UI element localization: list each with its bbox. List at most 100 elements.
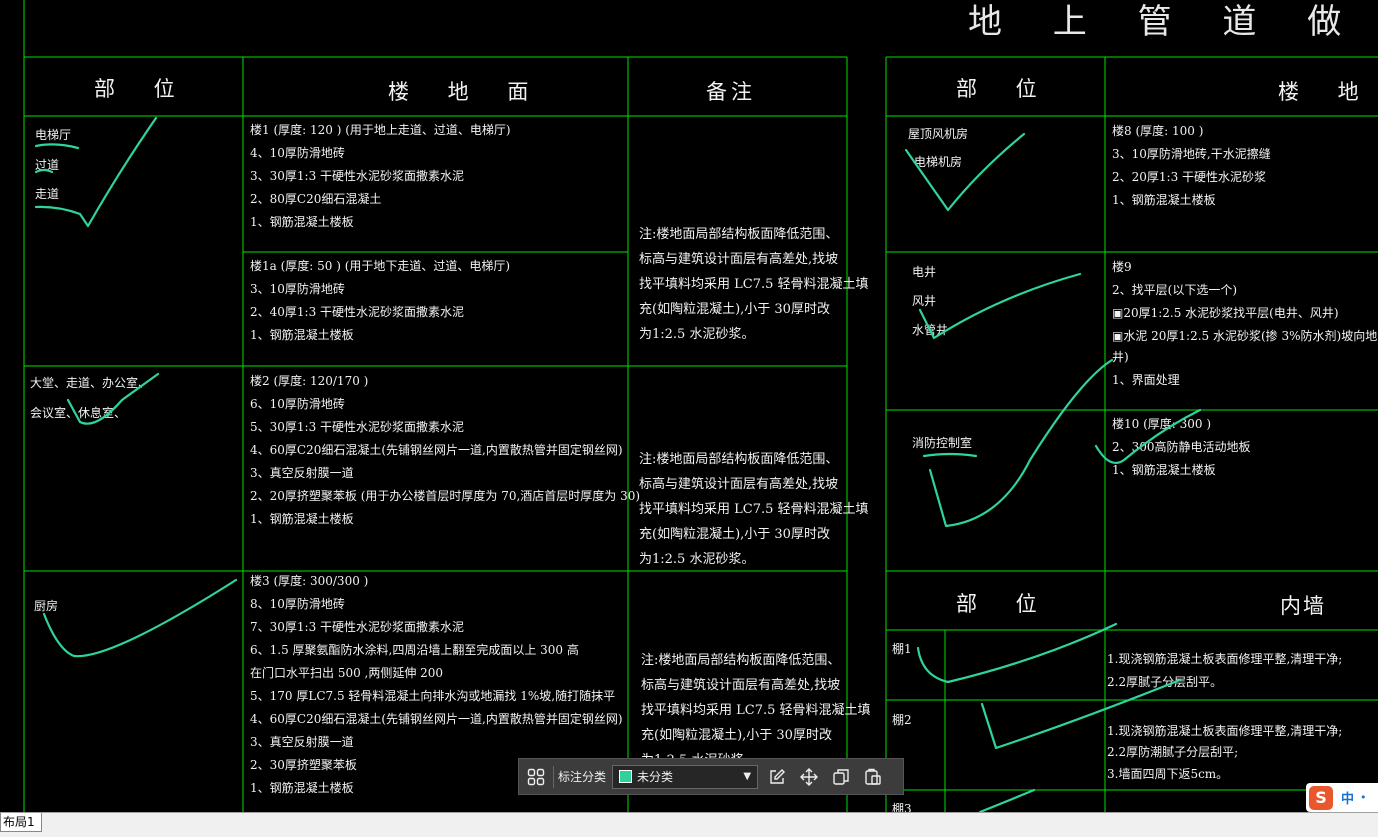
wall-spec-line: 2.2厚防潮腻子分层刮平; (1107, 745, 1239, 759)
part-label: 大堂、走道、办公室、 (30, 376, 151, 390)
floor-spec-line: 楼3 (厚度: 300/300 ) (250, 574, 369, 588)
paste-icon[interactable] (860, 764, 886, 790)
floor-spec-line: 井) (1112, 350, 1129, 364)
floor-spec-line: 8、10厚防滑地砖 (250, 597, 345, 611)
right-header-floor: 楼 地 面 (1278, 80, 1378, 104)
floor-spec-line: ▣20厚1:2.5 水泥砂浆找平层(电井、风井) (1112, 306, 1339, 320)
part-label: 电梯厅 (35, 128, 72, 142)
part-label: 水管井 (912, 323, 949, 337)
floor-spec-line: 2、20厚1:3 干硬性水泥砂浆 (1112, 170, 1267, 184)
remark-line: 注:楼地面局部结构板面降低范围、 (639, 452, 839, 467)
floor-spec-line: ▣水泥 20厚1:2.5 水泥砂浆(掺 3%防水剂)坡向地漏(水管 (1112, 329, 1378, 343)
annotation-category-select[interactable]: 未分类 ▼ (612, 764, 759, 789)
tab-layout1-label: 布局1 (3, 815, 35, 829)
floor-spec-line: 3、真空反射膜一道 (250, 466, 354, 480)
floor-spec-line: 4、60厚C20细石混凝土(先铺钢丝网片一道,内置散热管并固定钢丝网) (250, 712, 623, 726)
part-label: 屋顶风机房 (908, 127, 969, 141)
grid-apps-icon[interactable] (523, 764, 549, 790)
annotation-toolbar: 标注分类 未分类 ▼ (518, 758, 904, 795)
part-label: 走道 (35, 187, 60, 201)
remark-line: 找平填料均采用 LC7.5 轻骨料混凝土填 (639, 277, 869, 292)
remark-line: 为1:2.5 水泥砂浆。 (639, 552, 755, 567)
wall-header-wall: 内墙 (1280, 594, 1326, 618)
floor-spec-line: 3、30厚1:3 干硬性水泥砂浆面撒素水泥 (250, 169, 465, 183)
floor-spec-line: 楼8 (厚度: 100 ) (1112, 124, 1204, 138)
floor-spec-line: 2、40厚1:3 干硬性水泥砂浆面撒素水泥 (250, 305, 465, 319)
floor-spec-line: 楼9 (1112, 260, 1132, 274)
floor-spec-line: 1、钢筋混凝土楼板 (250, 512, 354, 526)
remark-line: 标高与建筑设计面层有高差处,找坡 (639, 477, 839, 492)
remark-line: 充(如陶粒混凝土),小于 30厚时改 (639, 302, 830, 317)
wall-header-part: 部 位 (956, 592, 1053, 616)
remark-line: 找平填料均采用 LC7.5 轻骨料混凝土填 (641, 703, 871, 718)
floor-spec-line: 5、170 厚LC7.5 轻骨料混凝土向排水沟或地漏找 1%坡,随打随抹平 (250, 689, 616, 703)
floor-spec-line: 4、60厚C20细石混凝土(先铺钢丝网片一道,内置散热管并固定钢丝网) (250, 443, 623, 457)
part-label: 消防控制室 (912, 436, 973, 450)
floor-spec-line: 3、10厚防滑地砖 (250, 282, 345, 296)
floor-spec-line: 5、30厚1:3 干硬性水泥砂浆面撒素水泥 (250, 420, 465, 434)
floor-spec-line: 7、30厚1:3 干硬性水泥砂浆面撒素水泥 (250, 620, 465, 634)
part-label: 过道 (35, 158, 60, 172)
left-header-part: 部 位 (94, 77, 191, 101)
left-header-floor: 楼 地 面 (388, 80, 545, 104)
wall-part-label: 棚3 (892, 802, 912, 812)
drawing-title: 地 上 管 道 做 法 表 (一 (968, 2, 1378, 42)
floor-spec-line: 1、钢筋混凝土楼板 (250, 328, 354, 342)
move-icon[interactable] (796, 764, 822, 790)
remark-line: 标高与建筑设计面层有高差处,找坡 (641, 678, 841, 693)
wall-spec-line: 3.墙面四周下返5cm。 (1107, 767, 1229, 781)
part-label: 会议室、休息室、 (30, 406, 127, 420)
floor-spec-line: 1、钢筋混凝土楼板 (1112, 463, 1216, 477)
floor-spec-line: 1、钢筋混凝土楼板 (250, 781, 354, 795)
wall-spec-line: 1.现浇钢筋混凝土板表面修理平整,清理干净; (1107, 724, 1343, 738)
floor-spec-line: 2、20厚挤塑聚苯板 (用于办公楼首层时厚度为 70,酒店首层时厚度为 30) (250, 489, 641, 503)
part-label: 厨房 (34, 599, 59, 613)
floor-spec-line: 楼2 (厚度: 120/170 ) (250, 374, 369, 388)
floor-spec-line: 6、10厚防滑地砖 (250, 397, 345, 411)
remark-line: 注:楼地面局部结构板面降低范围、 (641, 653, 841, 668)
cad-drawing-canvas[interactable]: 地 上 管 道 做 法 表 (一 部 位 楼 地 面 备注 电梯厅 过道 走道 … (0, 0, 1378, 812)
left-header-remark: 备注 (706, 80, 756, 104)
toolbar-divider (553, 765, 554, 788)
floor-spec-line: 2、80厚C20细石混凝土 (250, 192, 382, 206)
floor-spec-line: 2、30厚挤塑聚苯板 (250, 758, 357, 772)
ime-mode-label: 中 (1341, 792, 1355, 807)
wall-spec-line: 2.2厚腻子分层刮平。 (1107, 675, 1223, 689)
floor-spec-line: 2、找平层(以下选一个) (1112, 283, 1237, 297)
floor-spec-line: 1、界面处理 (1112, 373, 1180, 387)
part-label: 风井 (912, 294, 937, 308)
wall-part-label: 棚2 (892, 713, 912, 727)
wall-part-label: 棚1 (892, 642, 912, 656)
remark-line: 注:楼地面局部结构板面降低范围、 (639, 227, 839, 242)
part-label: 电井 (912, 265, 937, 279)
remark-line: 找平填料均采用 LC7.5 轻骨料混凝土填 (639, 502, 869, 517)
ime-dot-icon: • (1360, 791, 1367, 804)
floor-spec-line: 在门口水平扫出 500 ,两侧延伸 200 (250, 666, 444, 680)
floor-spec-line: 楼10 (厚度: 300 ) (1112, 417, 1212, 431)
edit-icon[interactable] (764, 764, 790, 790)
floor-spec-line: 6、1.5 厚聚氨酯防水涂料,四周沿墙上翻至完成面以上 300 高 (250, 643, 579, 657)
remark-line: 充(如陶粒混凝土),小于 30厚时改 (641, 728, 832, 743)
part-label: 电梯机房 (914, 155, 963, 169)
input-method-indicator[interactable]: S 中 • (1306, 783, 1378, 812)
floor-spec-line: 2、300高防静电活动地板 (1112, 440, 1251, 454)
category-selected-value: 未分类 (637, 770, 674, 784)
floor-spec-line: 楼1a (厚度: 50 ) (用于地下走道、过道、电梯厅) (250, 259, 511, 273)
remark-line: 标高与建筑设计面层有高差处,找坡 (639, 252, 839, 267)
floor-spec-line: 1、钢筋混凝土楼板 (1112, 193, 1216, 207)
floor-spec-line: 楼1 (厚度: 120 ) (用于地上走道、过道、电梯厅) (250, 123, 511, 137)
chevron-down-icon: ▼ (743, 771, 752, 782)
floor-spec-line: 3、真空反射膜一道 (250, 735, 354, 749)
layout-tab-bar: 布局1 (0, 812, 1378, 837)
copy-icon[interactable] (828, 764, 854, 790)
floor-spec-line: 1、钢筋混凝土楼板 (250, 215, 354, 229)
wall-spec-line: 1.现浇钢筋混凝土板表面修理平整,清理干净; (1107, 652, 1343, 666)
remark-line: 为1:2.5 水泥砂浆。 (639, 327, 755, 342)
right-header-part: 部 位 (956, 77, 1053, 101)
floor-spec-line: 4、10厚防滑地砖 (250, 146, 345, 160)
floor-spec-line: 3、10厚防滑地砖,干水泥擦缝 (1112, 147, 1271, 161)
annotation-category-label: 标注分类 (558, 770, 607, 784)
category-color-swatch (619, 770, 633, 783)
sogou-logo-icon: S (1309, 785, 1333, 810)
tab-layout1[interactable]: 布局1 (0, 813, 42, 832)
